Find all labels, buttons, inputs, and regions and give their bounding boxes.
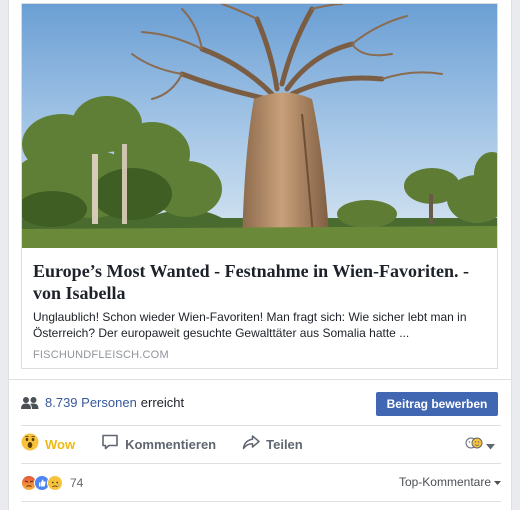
link-text-block[interactable]: Europe’s Most Wanted - Festnahme in Wien… xyxy=(22,248,497,368)
link-domain: FISCHUNDFLEISCH.COM xyxy=(33,349,169,361)
reach-suffix: erreicht xyxy=(140,395,185,410)
link-title[interactable]: Europe’s Most Wanted - Festnahme in Wien… xyxy=(33,260,486,306)
reaction-count[interactable]: 74 xyxy=(70,476,83,490)
link-image-baobab[interactable] xyxy=(22,4,497,248)
people-icon xyxy=(21,396,39,410)
link-preview[interactable]: Europe’s Most Wanted - Festnahme in Wien… xyxy=(21,3,498,369)
caret-down-icon xyxy=(494,475,501,489)
comment-label: Kommentieren xyxy=(125,437,217,452)
share-icon xyxy=(242,433,260,456)
reach-count-link[interactable]: 8.739 Personen xyxy=(45,395,137,410)
boost-post-button[interactable]: Beitrag bewerben xyxy=(376,392,498,416)
comment-button[interactable]: Kommentieren xyxy=(101,426,216,464)
chevron-down-icon xyxy=(486,437,495,455)
reactions-summary-row: 74 Top-Kommentare xyxy=(21,463,501,501)
divider xyxy=(21,501,501,502)
reach-row: 8.739 Personen erreicht Beitrag bewerben xyxy=(9,379,513,425)
post-actions-bar: Wow Kommentieren Teilen xyxy=(21,425,501,463)
reaction-selector-dropdown[interactable] xyxy=(465,436,495,455)
wow-label: Wow xyxy=(45,437,76,452)
comment-icon xyxy=(101,433,119,456)
comment-sort-dropdown[interactable]: Top-Kommentare xyxy=(399,475,501,489)
wow-icon xyxy=(21,433,39,456)
link-description: Unglaublich! Schon wieder Wien-Favoriten… xyxy=(33,310,467,340)
sort-label: Top-Kommentare xyxy=(398,475,491,489)
wow-reaction-button[interactable]: Wow xyxy=(21,426,75,464)
share-button[interactable]: Teilen xyxy=(242,426,303,464)
sad-reaction-icon xyxy=(47,474,63,491)
share-label: Teilen xyxy=(266,437,303,452)
post-card: Europe’s Most Wanted - Festnahme in Wien… xyxy=(8,0,513,510)
smiley-faces-icon xyxy=(465,436,483,455)
reaction-icons-stack[interactable] xyxy=(21,474,63,491)
